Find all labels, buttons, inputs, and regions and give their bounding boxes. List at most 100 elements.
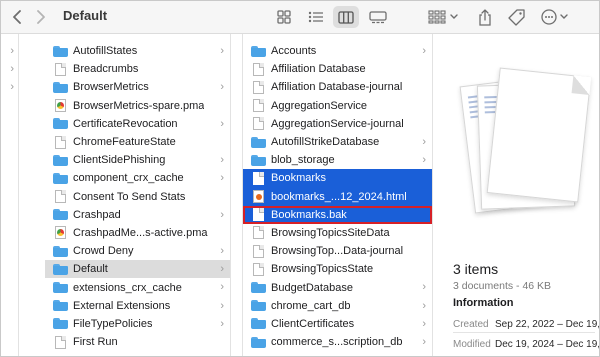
forward-button[interactable]	[33, 8, 49, 26]
file-item-certificaterevocation[interactable]: CertificateRevocation ›	[45, 115, 230, 133]
share-icon	[479, 8, 491, 26]
file-item-clientcertificates[interactable]: ClientCertificates ›	[243, 315, 432, 333]
file-item-chromefeaturestate[interactable]: ChromeFeatureState	[45, 133, 230, 151]
file-item-browsingtopicsstate[interactable]: BrowsingTopicsState	[243, 260, 432, 278]
file-item-autofillstates[interactable]: AutofillStates ›	[45, 42, 230, 60]
window-title: Default	[63, 8, 108, 23]
file-item-autofillstrikedatabase[interactable]: AutofillStrikeDatabase ›	[243, 133, 432, 151]
item-label: AutofillStates	[73, 45, 138, 58]
document-icon	[253, 171, 264, 185]
folder-icon	[53, 154, 68, 166]
file-item-filetypepolicies[interactable]: FileTypePolicies ›	[45, 315, 230, 333]
file-item-bookmarks-12-2024-html[interactable]: bookmarks_...12_2024.html	[243, 187, 432, 206]
back-button[interactable]	[9, 8, 25, 26]
share-button[interactable]	[475, 6, 495, 28]
folder-icon	[251, 154, 266, 166]
list-item[interactable]: ›	[1, 42, 18, 60]
file-item-external-extensions[interactable]: External Extensions ›	[45, 297, 230, 315]
file-item-blob-storage[interactable]: blob_storage ›	[243, 151, 432, 169]
file-item-crashpad[interactable]: Crashpad ›	[45, 206, 230, 224]
chevron-right-icon: ›	[220, 208, 224, 221]
file-item-aggregationservice[interactable]: AggregationService	[243, 97, 432, 115]
file-item-browsermetrics[interactable]: BrowserMetrics ›	[45, 78, 230, 96]
created-value: Sep 22, 2022 – Dec 19,	[495, 319, 600, 330]
item-label: blob_storage	[271, 154, 335, 167]
more-actions-button[interactable]	[539, 6, 573, 28]
chevron-right-icon	[37, 10, 45, 24]
file-item-component-crx-cache[interactable]: component_crx_cache ›	[45, 169, 230, 187]
folder-icon	[53, 45, 68, 57]
document-icon	[55, 62, 66, 76]
file-item-affiliation-database-journal[interactable]: Affiliation Database-journal	[243, 78, 432, 96]
chevron-right-icon: ›	[220, 281, 224, 294]
file-item-commerce-s-scription-db[interactable]: commerce_s...scription_db ›	[243, 333, 432, 351]
item-label: BrowserMetrics	[73, 81, 149, 94]
item-label: commerce_s...scription_db	[271, 336, 403, 349]
columns-icon	[338, 10, 354, 24]
file-item-aggregationservice-journal[interactable]: AggregationService-journal	[243, 115, 432, 133]
file-item-crowd-deny[interactable]: Crowd Deny ›	[45, 242, 230, 260]
file-item-browsermetrics-spare-pma[interactable]: BrowserMetrics-spare.pma	[45, 97, 230, 115]
file-item-accounts[interactable]: Accounts ›	[243, 42, 432, 60]
item-label: External Extensions	[73, 299, 171, 312]
document-icon	[253, 117, 264, 131]
file-item-consent-to-send-stats[interactable]: Consent To Send Stats	[45, 188, 230, 206]
file-item-browsingtopicssitedata[interactable]: BrowsingTopicsSiteData	[243, 224, 432, 242]
folder-icon	[53, 172, 68, 184]
column-user-data: AutofillStates › Breadcrumbs BrowserMetrics…	[45, 34, 231, 356]
item-label: extensions_crx_cache	[73, 281, 182, 294]
item-label: bookmarks_...12_2024.html	[271, 190, 407, 203]
modified-label: Modified	[453, 339, 491, 350]
icon-view-button[interactable]	[271, 6, 297, 28]
folder-icon	[251, 336, 266, 348]
folder-icon	[53, 209, 68, 221]
item-label: AggregationService	[271, 99, 368, 112]
modified-row: Modified Dec 19, 2024 – Dec 19,	[453, 339, 600, 350]
group-button[interactable]	[427, 6, 461, 28]
folder-icon	[53, 245, 68, 257]
file-item-bookmarks[interactable]: Bookmarks	[243, 169, 432, 188]
document-stack-thumbnail	[449, 62, 592, 262]
item-label: Crowd Deny	[73, 245, 134, 258]
file-item-affiliation-database[interactable]: Affiliation Database	[243, 60, 432, 78]
item-label: Breadcrumbs	[73, 63, 139, 76]
item-label: ClientCertificates	[271, 317, 355, 330]
file-item-crashpadme-s-active-pma[interactable]: CrashpadMe...s-active.pma	[45, 224, 230, 242]
folder-icon	[53, 118, 68, 130]
chevron-right-icon: ›	[422, 299, 426, 312]
chevron-right-icon: ›	[220, 245, 224, 258]
list-item[interactable]: ›	[1, 60, 18, 78]
file-item-first-run[interactable]: First Run	[45, 333, 230, 351]
html-file-icon	[253, 190, 264, 204]
chevron-right-icon: ›	[422, 154, 426, 167]
file-item-bookmarks-bak[interactable]: Bookmarks.bak	[243, 205, 432, 224]
file-item-default[interactable]: Default ›	[45, 260, 230, 279]
item-label: CrashpadMe...s-active.pma	[73, 226, 208, 239]
chevron-right-icon: ›	[422, 317, 426, 330]
list-view-button[interactable]	[303, 6, 329, 28]
modified-value: Dec 19, 2024 – Dec 19,	[495, 339, 600, 350]
chevron-right-icon: ›	[220, 81, 224, 94]
item-label: ClientSidePhishing	[73, 154, 166, 167]
created-label: Created	[453, 319, 489, 330]
folder-icon	[251, 45, 266, 57]
document-icon	[253, 80, 264, 94]
column-view-button[interactable]	[333, 6, 359, 28]
gallery-view-button[interactable]	[365, 6, 391, 28]
file-item-chrome-cart-db[interactable]: chrome_cart_db ›	[243, 297, 432, 315]
file-item-budgetdatabase[interactable]: BudgetDatabase ›	[243, 278, 432, 296]
document-icon	[253, 62, 264, 76]
selection-summary: 3 documents - 46 KB	[453, 280, 552, 292]
file-item-clientsidephishing[interactable]: ClientSidePhishing ›	[45, 151, 230, 169]
column-default: Accounts › Affiliation Database Affiliation…	[243, 34, 433, 356]
file-item-breadcrumbs[interactable]: Breadcrumbs	[45, 60, 230, 78]
ellipsis-circle-icon	[541, 9, 568, 25]
chevron-right-icon: ›	[422, 135, 426, 148]
finder-window: Default › › › AutofillStates › Breadcrum…	[0, 0, 600, 357]
file-item-extensions-crx-cache[interactable]: extensions_crx_cache ›	[45, 278, 230, 296]
preview-pane: 3 items 3 documents - 46 KB Information …	[433, 34, 600, 356]
divider	[453, 332, 595, 333]
file-item-browsingtop-data-journal[interactable]: BrowsingTop...Data-journal	[243, 242, 432, 260]
tag-button[interactable]	[505, 6, 527, 28]
list-item[interactable]: ›	[1, 78, 18, 96]
